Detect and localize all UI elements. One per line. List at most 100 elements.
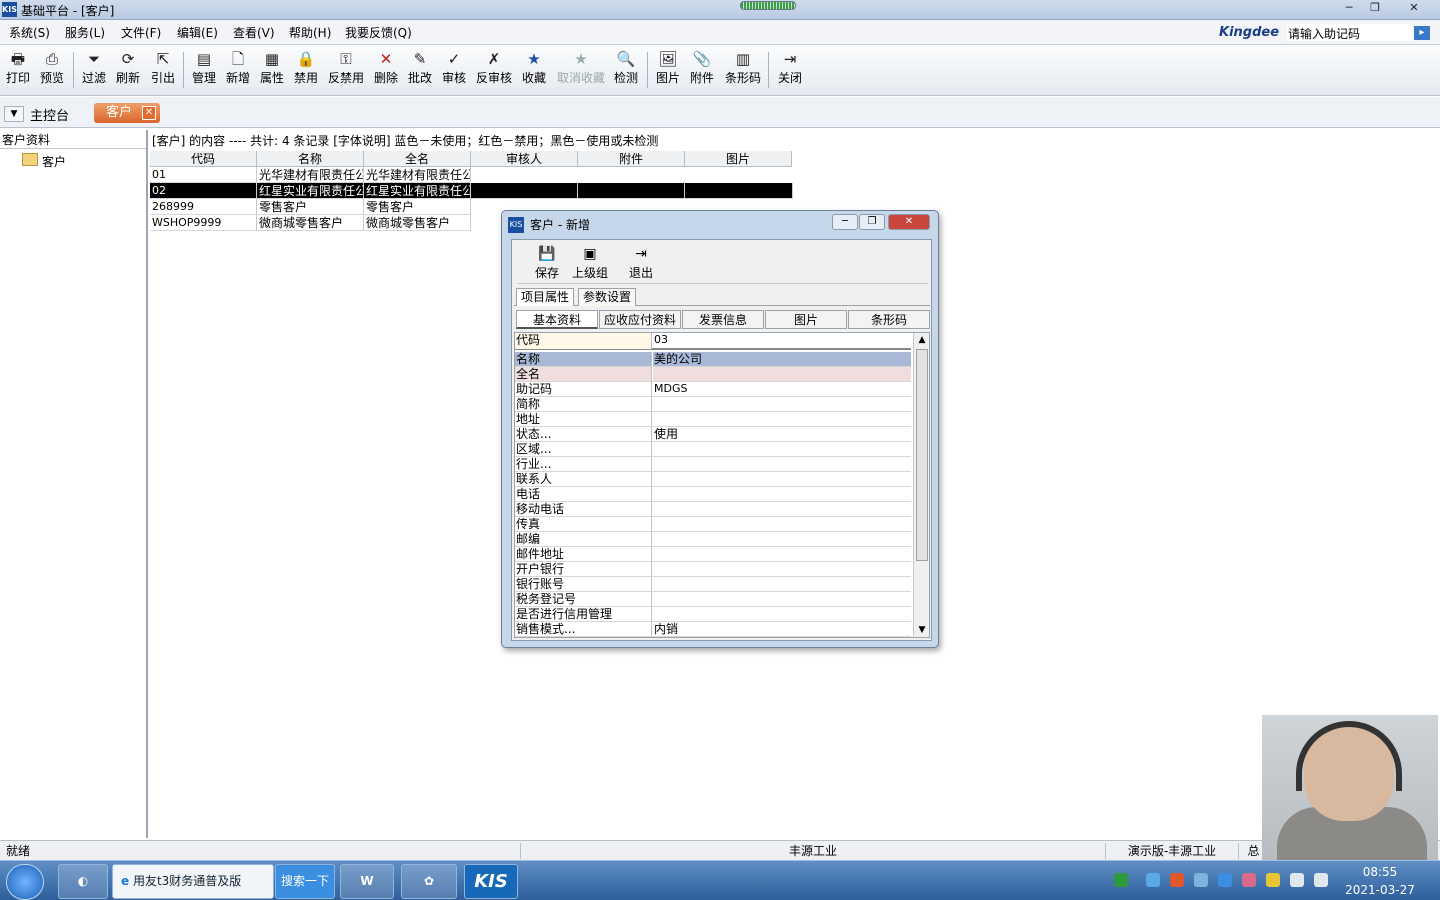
preview-button[interactable]: ⎙ 预览 <box>34 48 70 92</box>
column-header[interactable]: 附件 <box>578 151 685 167</box>
menu-feedback[interactable]: 我要反馈(Q) <box>345 24 412 41</box>
barcode-button[interactable]: ▥ 条形码 <box>722 48 764 92</box>
close-button[interactable]: ✕ <box>1400 1 1428 16</box>
helpcode-go-icon[interactable]: ▸ <box>1414 26 1430 40</box>
menu-view[interactable]: 查看(V) <box>233 24 275 41</box>
menu-edit[interactable]: 编辑(E) <box>177 24 218 41</box>
tab-close-icon[interactable]: ✕ <box>142 106 156 120</box>
tray-app-icon[interactable] <box>1146 873 1160 887</box>
tray-app-icon[interactable] <box>1266 873 1280 887</box>
field-full-name[interactable]: 全名 <box>515 367 911 382</box>
property-grid: 代码 03 名称 美的公司 全名 助记码 MDGS 简称 地址 状态... 使用 区域.… <box>514 332 930 638</box>
field-sales-mode[interactable]: 销售模式... 内销 <box>515 622 911 637</box>
filter-button[interactable]: ⏷ 过滤 <box>76 48 112 92</box>
tray-network-icon[interactable] <box>1290 873 1304 887</box>
taskbar-app-icon[interactable]: ✿ <box>401 864 457 899</box>
table-row[interactable]: 01 光华建材有限责任公 光华建材有限责任公 <box>150 167 793 183</box>
menu-service[interactable]: 服务(L) <box>65 24 105 41</box>
new-button[interactable]: 🗋 新增 <box>220 48 256 92</box>
field-email[interactable]: 邮件地址 <box>515 547 911 562</box>
column-header[interactable]: 代码 <box>150 151 257 167</box>
field-fax[interactable]: 传真 <box>515 517 911 532</box>
tab-dropdown-icon[interactable]: ▼ <box>4 106 24 122</box>
dialog-minimize-button[interactable]: ─ <box>832 214 858 230</box>
attachment-button[interactable]: 📎 附件 <box>684 48 720 92</box>
refresh-button[interactable]: ⟳ 刷新 <box>110 48 146 92</box>
scroll-up-icon[interactable]: ▲ <box>916 333 928 347</box>
menu-system[interactable]: 系统(S) <box>9 24 50 41</box>
helpcode-input[interactable]: 请输入助记码 <box>1287 24 1413 41</box>
exit-button[interactable]: ⇥ 退出 <box>624 244 658 281</box>
field-tax-number[interactable]: 税务登记号 <box>515 592 911 607</box>
tab-invoice-info[interactable]: 发票信息 <box>682 310 764 329</box>
field-region[interactable]: 区域... <box>515 442 911 457</box>
field-name[interactable]: 名称 美的公司 <box>515 352 911 367</box>
dialog-maximize-button[interactable]: ❐ <box>859 214 885 230</box>
tab-receivable-payable[interactable]: 应收应付资料 <box>599 310 681 329</box>
field-bank-account[interactable]: 银行账号 <box>515 577 911 592</box>
tab-barcode[interactable]: 条形码 <box>848 310 930 329</box>
picture-button[interactable]: 🖼 图片 <box>650 48 686 92</box>
taskbar-clock[interactable]: 08:55 2021-03-27 <box>1345 863 1415 899</box>
field-status[interactable]: 状态... 使用 <box>515 427 911 442</box>
tray-cloud-icon[interactable] <box>1218 873 1232 887</box>
tab-parameter-settings[interactable]: 参数设置 <box>578 288 637 306</box>
field-postcode[interactable]: 邮编 <box>515 532 911 547</box>
field-contact[interactable]: 联系人 <box>515 472 911 487</box>
export-button[interactable]: ⇱ 引出 <box>145 48 181 92</box>
tray-app-icon[interactable] <box>1194 873 1208 887</box>
field-short-name[interactable]: 简称 <box>515 397 911 412</box>
tab-main-console[interactable]: 主控台 <box>30 105 69 124</box>
properties-button[interactable]: ▦ 属性 <box>254 48 290 92</box>
maximize-button[interactable]: ❐ <box>1363 1 1387 16</box>
tab-basic-info[interactable]: 基本资料 <box>516 310 598 329</box>
taskbar-kis-app[interactable]: KIS <box>464 864 518 899</box>
field-address[interactable]: 地址 <box>515 412 911 427</box>
favorite-button[interactable]: ★ 收藏 <box>516 48 552 92</box>
taskbar-word-icon[interactable]: W <box>340 864 394 899</box>
manage-button[interactable]: ▤ 管理 <box>186 48 222 92</box>
save-button[interactable]: 💾 保存 <box>530 244 564 281</box>
tray-app-icon[interactable] <box>1170 873 1184 887</box>
column-header[interactable]: 名称 <box>257 151 364 167</box>
close-tool-button[interactable]: ⇥ 关闭 <box>772 48 808 92</box>
tab-item-properties[interactable]: 项目属性 <box>516 288 575 306</box>
taskbar-search-button[interactable]: 搜索一下 <box>275 864 335 899</box>
column-header[interactable]: 图片 <box>685 151 792 167</box>
field-mobile[interactable]: 移动电话 <box>515 502 911 517</box>
enable-button[interactable]: ⚿ 反禁用 <box>326 48 366 92</box>
print-button[interactable]: 🖶 打印 <box>0 48 36 92</box>
field-code[interactable]: 代码 03 <box>515 333 911 350</box>
start-button[interactable] <box>6 864 44 900</box>
table-row-selected[interactable]: 02 红星实业有限责任公 红星实业有限责任公 <box>150 183 793 199</box>
unfavorite-button[interactable]: ★ 取消收藏 <box>556 48 606 92</box>
detect-button[interactable]: 🔍 检测 <box>608 48 644 92</box>
column-header[interactable]: 审核人 <box>471 151 578 167</box>
taskbar-app-360-icon[interactable]: ◐ <box>58 864 108 899</box>
menu-help[interactable]: 帮助(H) <box>289 24 331 41</box>
column-header[interactable]: 全名 <box>364 151 471 167</box>
field-credit-management[interactable]: 是否进行信用管理 <box>515 607 926 622</box>
delete-button[interactable]: ✕ 删除 <box>368 48 404 92</box>
scroll-thumb[interactable] <box>916 349 928 561</box>
dialog-close-button[interactable]: ✕ <box>888 214 930 230</box>
uncheck-button[interactable]: ✗ 反审核 <box>474 48 514 92</box>
parent-group-button[interactable]: ▣ 上级组 <box>570 244 610 281</box>
field-industry[interactable]: 行业... <box>515 457 911 472</box>
check-button[interactable]: ✓ 审核 <box>436 48 472 92</box>
scroll-down-icon[interactable]: ▼ <box>916 623 928 637</box>
tray-sogou-icon[interactable] <box>1114 873 1128 887</box>
tree-item-customer[interactable]: 客户 <box>22 153 66 170</box>
field-mnemonic[interactable]: 助记码 MDGS <box>515 382 911 397</box>
disable-button[interactable]: 🔒 禁用 <box>288 48 324 92</box>
tray-volume-icon[interactable] <box>1314 873 1328 887</box>
tray-app-icon[interactable] <box>1242 873 1256 887</box>
field-bank[interactable]: 开户银行 <box>515 562 911 577</box>
menu-file[interactable]: 文件(F) <box>121 24 161 41</box>
batch-edit-button[interactable]: ✎ 批改 <box>402 48 438 92</box>
tab-picture[interactable]: 图片 <box>765 310 847 329</box>
field-phone[interactable]: 电话 <box>515 487 911 502</box>
minimize-button[interactable]: ─ <box>1337 1 1361 16</box>
taskbar-ie-app[interactable]: e 用友t3财务通普及版 <box>112 864 274 899</box>
property-scrollbar[interactable]: ▲ ▼ <box>913 333 929 637</box>
